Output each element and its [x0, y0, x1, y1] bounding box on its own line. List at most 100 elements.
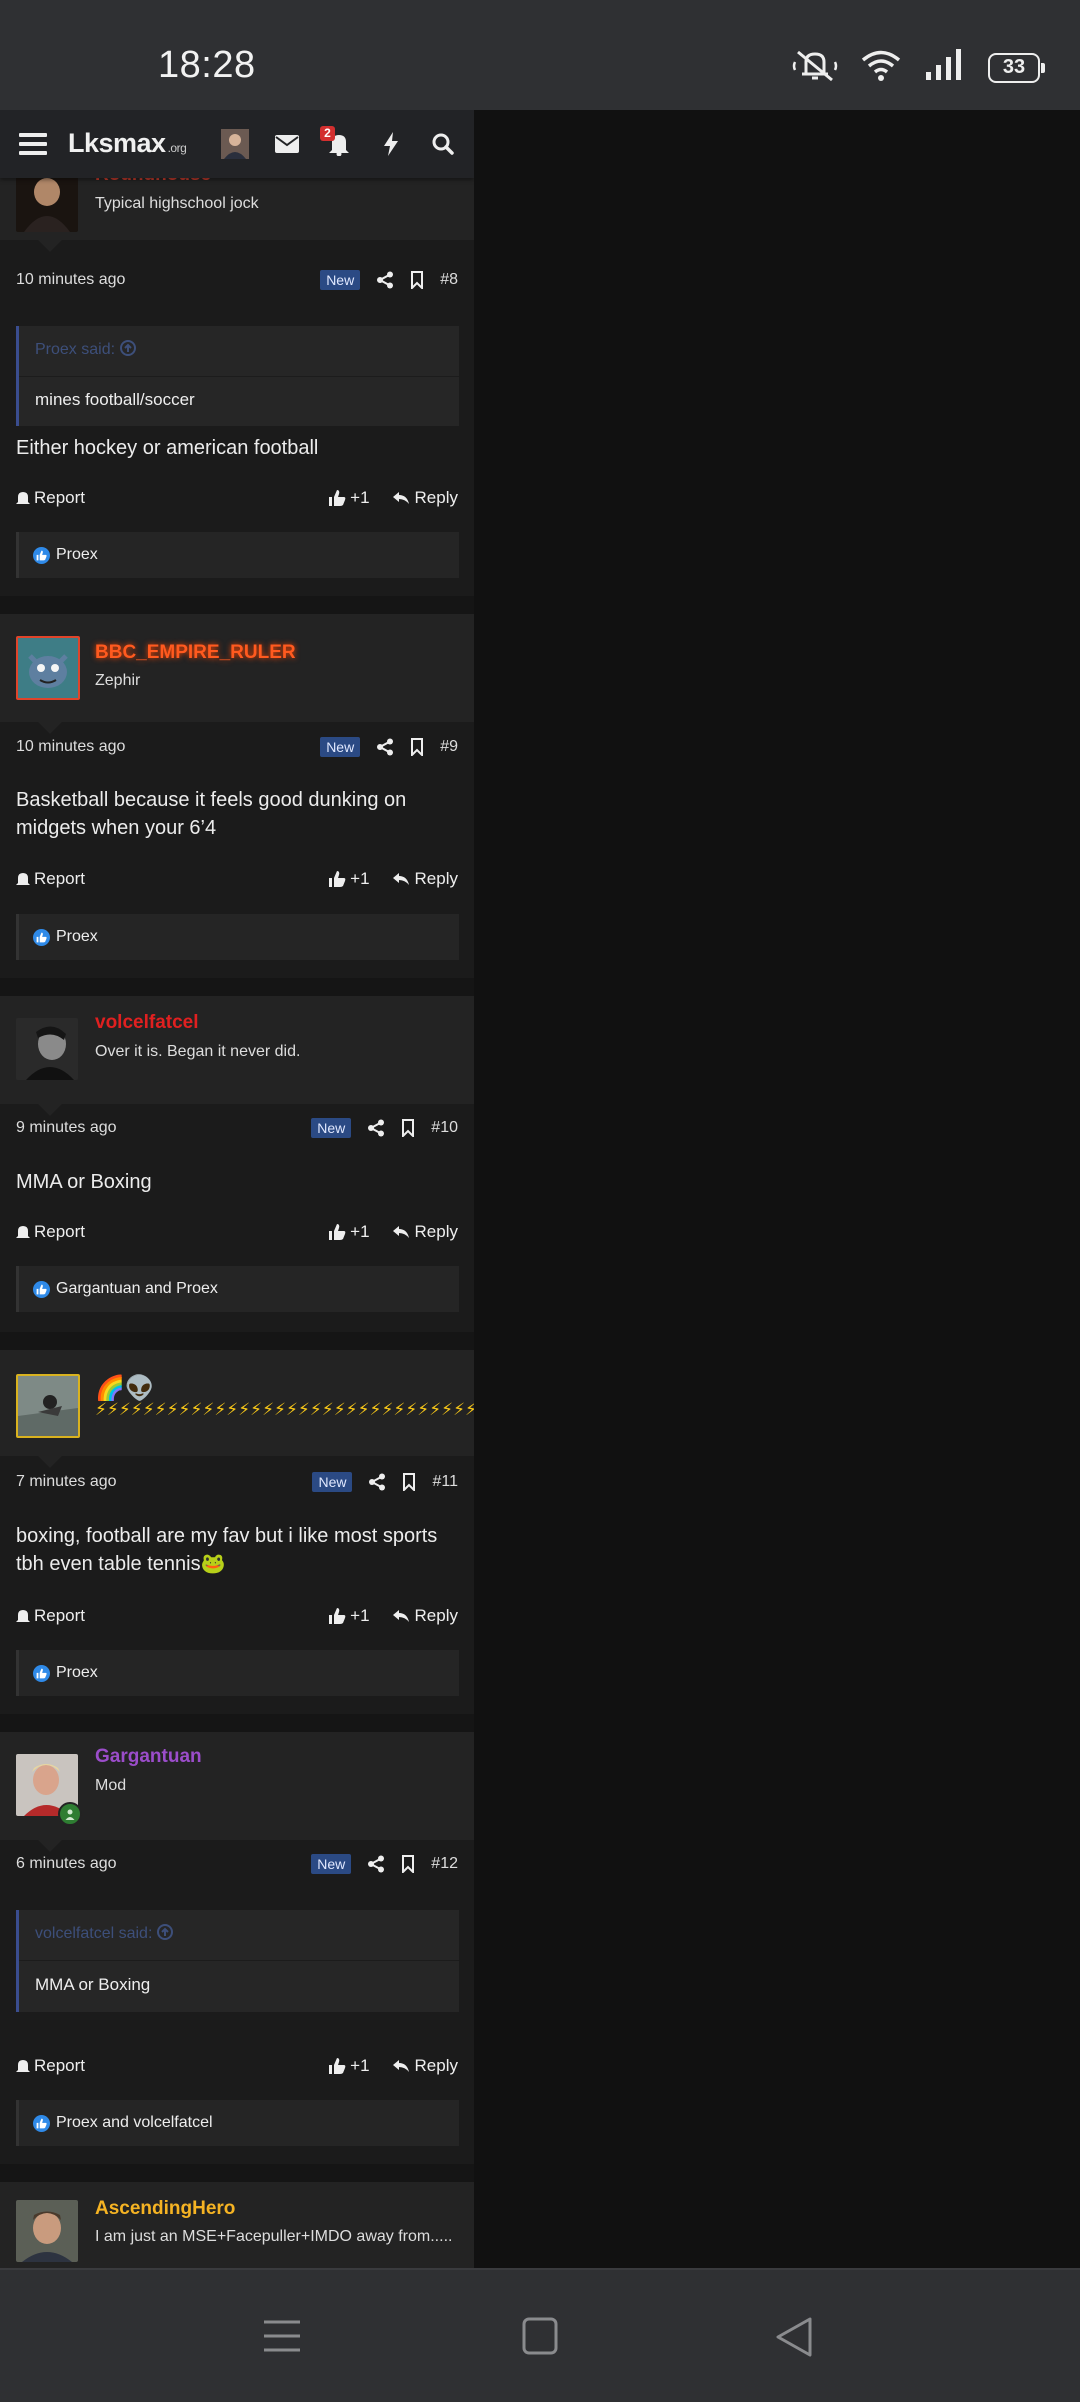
username[interactable]: AscendingHero	[95, 2198, 235, 2220]
post-separator	[0, 2164, 474, 2182]
home-icon[interactable]	[520, 2316, 560, 2361]
post-number[interactable]: #12	[431, 1855, 458, 1873]
post-time[interactable]: 6 minutes ago	[16, 1855, 311, 1873]
post-number[interactable]: #10	[431, 1119, 458, 1137]
like-button[interactable]: +1	[328, 1606, 370, 1626]
user-avatar[interactable]	[16, 1018, 78, 1080]
post-meta: 9 minutes ago New #10	[16, 1116, 458, 1140]
like-button[interactable]: +1	[328, 2056, 370, 2076]
user-avatar[interactable]	[16, 1374, 80, 1438]
reply-button[interactable]: Reply	[392, 869, 458, 889]
bookmark-icon[interactable]	[402, 1473, 416, 1491]
new-badge: New	[311, 1118, 352, 1138]
system-navigation-bar	[0, 2268, 1080, 2402]
reactions-bar[interactable]: Gargantuan and Proex	[16, 1266, 459, 1312]
post-time[interactable]: 10 minutes ago	[16, 738, 320, 756]
reaction-users[interactable]: Gargantuan and Proex	[56, 1280, 218, 1298]
post-actions: Report +1 Reply	[16, 1220, 458, 1244]
bookmark-icon[interactable]	[401, 1855, 415, 1873]
reply-button[interactable]: Reply	[392, 1606, 458, 1626]
report-button[interactable]: Report	[16, 2056, 328, 2076]
post-separator	[0, 596, 474, 614]
post-header: AscendingHero I am just an MSE+Facepulle…	[0, 2182, 474, 2268]
username[interactable]: BBC_EMPIRE_RULER	[95, 642, 296, 664]
share-icon[interactable]	[367, 1119, 385, 1137]
user-avatar[interactable]	[220, 110, 250, 178]
report-button[interactable]: Report	[16, 1222, 328, 1242]
like-reaction-icon	[33, 1280, 50, 1298]
like-reaction-icon	[33, 2114, 50, 2132]
share-icon[interactable]	[376, 738, 394, 756]
bookmark-icon[interactable]	[401, 1119, 415, 1137]
post-number[interactable]: #8	[440, 271, 458, 289]
report-button[interactable]: Report	[16, 1606, 328, 1626]
share-icon[interactable]	[376, 271, 394, 289]
status-time: 18:28	[158, 44, 256, 86]
reaction-users[interactable]: Proex and volcelfatcel	[56, 2114, 213, 2132]
post-actions: Report +1 Reply	[16, 1604, 458, 1628]
username[interactable]: 🌈👽	[95, 1374, 155, 1403]
site-logo[interactable]: Lksmax .org	[68, 128, 187, 159]
user-avatar[interactable]	[16, 2200, 78, 2262]
mail-icon[interactable]	[272, 110, 302, 178]
status-bar: 18:28 33	[0, 0, 1080, 110]
quote-author[interactable]: volcelfatcel said:	[35, 1924, 173, 1943]
user-avatar[interactable]	[16, 636, 80, 700]
username[interactable]: Gargantuan	[95, 1746, 202, 1768]
user-title: Zephir	[95, 672, 141, 689]
quote-text: mines football/soccer	[35, 390, 195, 409]
menu-icon[interactable]	[16, 110, 50, 178]
reactions-bar[interactable]: Proex	[16, 532, 459, 578]
like-button[interactable]: +1	[328, 869, 370, 889]
reply-button[interactable]: Reply	[392, 2056, 458, 2076]
reactions-bar[interactable]: Proex	[16, 914, 459, 960]
quote-divider	[19, 376, 459, 377]
report-button[interactable]: Report	[16, 488, 328, 508]
recents-icon[interactable]	[262, 2316, 302, 2361]
quote-block: Proex said: mines football/soccer	[16, 326, 459, 426]
quote-text: MMA or Boxing	[35, 1975, 151, 1994]
lightning-icon[interactable]	[376, 110, 406, 178]
post-header: Gargantuan Mod	[0, 1732, 474, 1840]
post-number[interactable]: #9	[440, 738, 458, 756]
reply-button[interactable]: Reply	[392, 488, 458, 508]
signal-icon	[924, 48, 966, 87]
user-avatar[interactable]	[16, 170, 78, 232]
quote-author[interactable]: Proex said:	[35, 340, 136, 359]
reaction-users[interactable]: Proex	[56, 928, 98, 946]
post-time[interactable]: 9 minutes ago	[16, 1119, 311, 1137]
share-icon[interactable]	[367, 1855, 385, 1873]
share-icon[interactable]	[368, 1473, 386, 1491]
post-time[interactable]: 10 minutes ago	[16, 271, 320, 289]
header-pointer	[38, 240, 62, 252]
reply-button[interactable]: Reply	[392, 1222, 458, 1242]
status-icons: 33	[792, 48, 1045, 87]
reactions-bar[interactable]: Proex	[16, 1650, 459, 1696]
post-separator	[0, 978, 474, 996]
post-number[interactable]: #11	[432, 1473, 458, 1491]
search-icon[interactable]	[428, 110, 458, 178]
post-body: MMA or Boxing	[16, 1171, 152, 1193]
post-header: volcelfatcel Over it is. Began it never …	[0, 996, 474, 1104]
like-button[interactable]: +1	[328, 488, 370, 508]
bookmark-icon[interactable]	[410, 738, 424, 756]
logo-text: Lksmax	[68, 128, 166, 158]
like-button[interactable]: +1	[328, 1222, 370, 1242]
report-button[interactable]: Report	[16, 869, 328, 889]
user-title: ⚡⚡⚡⚡⚡⚡⚡⚡⚡⚡⚡⚡⚡⚡⚡⚡⚡⚡⚡⚡⚡⚡⚡⚡⚡⚡⚡⚡⚡⚡⚡⚡⚡⚡⚡⚡⚡⚡⚡⚡…	[95, 1400, 474, 1419]
top-navigation-bar: Lksmax .org 2	[0, 110, 474, 178]
bookmark-icon[interactable]	[410, 271, 424, 289]
reaction-users[interactable]: Proex	[56, 1664, 98, 1682]
post-body-line: tbh even table tennis🐸	[16, 1553, 226, 1575]
post-body-line: midgets when your 6’4	[16, 817, 217, 839]
back-icon[interactable]	[774, 2316, 814, 2363]
reaction-users[interactable]: Proex	[56, 546, 98, 564]
reactions-bar[interactable]: Proex and volcelfatcel	[16, 2100, 459, 2146]
username[interactable]: volcelfatcel	[95, 1012, 199, 1034]
post-actions: Report +1 Reply	[16, 486, 458, 510]
mute-bell-icon	[792, 48, 838, 87]
bell-icon[interactable]	[324, 110, 354, 178]
post-header: BBC_EMPIRE_RULER Zephir	[0, 614, 474, 722]
post-separator	[0, 1714, 474, 1732]
post-time[interactable]: 7 minutes ago	[16, 1473, 312, 1491]
